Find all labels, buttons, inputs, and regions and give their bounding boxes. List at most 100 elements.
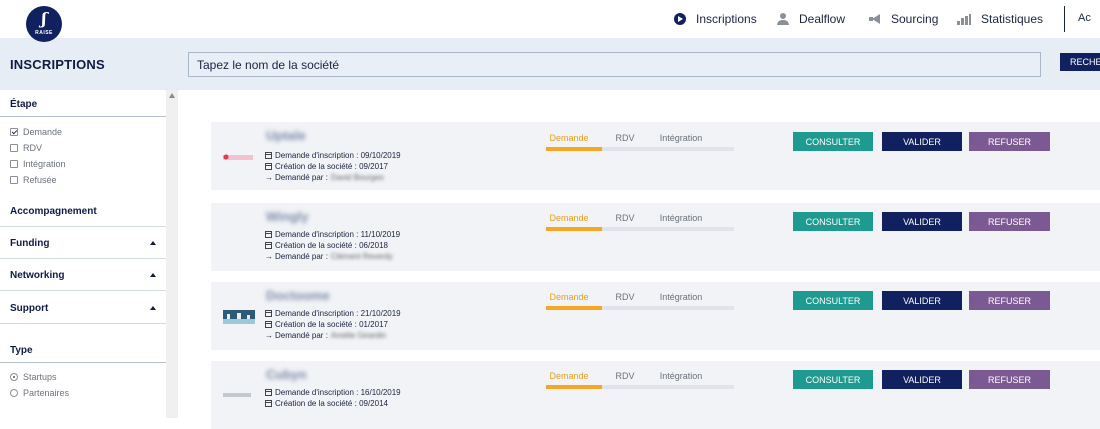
checkbox-checked[interactable] — [10, 128, 18, 136]
creation-date: Création de la société : 09/2014 — [265, 399, 388, 408]
company-name[interactable]: Uptale — [266, 128, 306, 143]
option-label: Partenaires — [23, 388, 70, 398]
checkbox[interactable] — [10, 160, 18, 168]
calendar-icon — [265, 152, 272, 159]
step-rdv: RDV — [615, 371, 635, 381]
logo-text: RAISE — [35, 30, 53, 36]
company-logo-thumbnail — [223, 393, 251, 397]
step-progress-bar — [658, 306, 734, 310]
divider — [0, 258, 166, 259]
radio[interactable] — [10, 389, 18, 397]
company-name[interactable]: Cubyn — [266, 367, 306, 382]
step-demande: Demande — [549, 292, 589, 302]
request-card: Cubyn Demande d'inscription : 16/10/2019… — [211, 361, 1100, 429]
megaphone-icon — [869, 14, 881, 24]
step-rdv: RDV — [615, 292, 635, 302]
company-name[interactable]: Wingly — [266, 209, 309, 224]
sidebar-scrollbar[interactable] — [166, 90, 178, 418]
validate-button[interactable]: VALIDER — [882, 370, 962, 389]
divider — [0, 116, 166, 117]
filter-etape-title: Étape — [10, 99, 38, 110]
option-label: Startups — [23, 372, 57, 382]
option-label: Demande — [23, 127, 63, 137]
filter-sidebar: Étape Demande RDV Intégration Refusée Ac… — [0, 90, 166, 418]
nav-label: Sourcing — [891, 12, 939, 26]
filter-etape-rdv[interactable]: RDV — [10, 143, 42, 153]
inscription-date: Demande d'inscription : 09/10/2019 — [265, 151, 401, 160]
refuse-button[interactable]: REFUSER — [969, 370, 1050, 389]
consult-button[interactable]: CONSULTER — [793, 212, 873, 231]
filter-support[interactable]: Support — [10, 303, 48, 314]
caret-up-icon[interactable] — [150, 273, 156, 277]
company-logo-thumbnail — [223, 310, 255, 324]
consult-button[interactable]: CONSULTER — [793, 132, 873, 151]
step-progress-bar — [658, 385, 734, 389]
step-rdv: RDV — [615, 133, 635, 143]
logo-mark: ʃ — [41, 9, 47, 28]
search-input[interactable] — [188, 52, 1041, 77]
step-progress-bar — [658, 227, 734, 231]
creation-date: Création de la société : 06/2018 — [265, 241, 388, 250]
company-logo-thumbnail — [223, 154, 253, 160]
creation-date: Création de la société : 09/2017 — [265, 162, 388, 171]
validate-button[interactable]: VALIDER — [882, 212, 962, 231]
filter-accompagnement[interactable]: Accompagnement — [10, 206, 97, 217]
refuse-button[interactable]: REFUSER — [969, 212, 1050, 231]
validate-button[interactable]: VALIDER — [882, 291, 962, 310]
filter-etape-refusee[interactable]: Refusée — [10, 175, 57, 185]
calendar-icon — [265, 310, 272, 317]
nav-item-dealflow[interactable]: Dealflow — [777, 0, 845, 38]
nav-item-sourcing[interactable]: Sourcing — [869, 0, 938, 38]
step-integration: Intégration — [659, 371, 703, 381]
creation-date: Création de la société : 01/2017 — [265, 320, 388, 329]
calendar-icon — [265, 321, 272, 328]
filter-networking[interactable]: Networking — [10, 270, 64, 281]
arrow-right-icon: → — [265, 251, 273, 261]
step-progress-bar — [658, 147, 734, 151]
inscription-date: Demande d'inscription : 21/10/2019 — [265, 309, 401, 318]
calendar-icon — [265, 389, 272, 396]
user-icon — [777, 13, 789, 25]
caret-up-icon[interactable] — [150, 306, 156, 310]
search-button[interactable]: RECHE — [1060, 53, 1100, 71]
requested-by: → Demandé par : Amélie Girardin — [265, 330, 387, 340]
refuse-button[interactable]: REFUSER — [969, 132, 1050, 151]
checkbox[interactable] — [10, 144, 18, 152]
arrow-circle-icon — [674, 13, 686, 25]
calendar-icon — [265, 242, 272, 249]
checkbox[interactable] — [10, 176, 18, 184]
nav-label: Statistiques — [981, 12, 1044, 26]
divider — [0, 362, 166, 363]
step-integration: Intégration — [659, 133, 703, 143]
calendar-icon — [265, 231, 272, 238]
raise-logo[interactable]: ʃ RAISE — [26, 6, 62, 42]
request-card: Doctoome Demande d'inscription : 21/10/2… — [211, 282, 1100, 350]
filter-etape-integration[interactable]: Intégration — [10, 159, 66, 169]
consult-button[interactable]: CONSULTER — [793, 291, 873, 310]
request-card: Wingly Demande d'inscription : 11/10/201… — [211, 203, 1100, 271]
arrow-right-icon: → — [265, 172, 273, 182]
radio-selected[interactable] — [10, 373, 18, 381]
caret-up-icon[interactable] — [150, 241, 156, 245]
validate-button[interactable]: VALIDER — [882, 132, 962, 151]
bar-chart-icon — [957, 13, 971, 25]
step-integration: Intégration — [659, 213, 703, 223]
account-menu[interactable]: Ac — [1078, 12, 1091, 24]
calendar-icon — [265, 163, 272, 170]
top-bar: ʃ RAISE Inscriptions Dealflow Sourcing S… — [0, 0, 1100, 42]
filter-etape-demande[interactable]: Demande — [10, 127, 62, 137]
nav-item-statistiques[interactable]: Statistiques — [957, 0, 1043, 38]
filter-funding[interactable]: Funding — [10, 238, 49, 249]
filter-type-partenaires[interactable]: Partenaires — [10, 388, 69, 398]
option-label: Intégration — [23, 159, 66, 169]
consult-button[interactable]: CONSULTER — [793, 370, 873, 389]
nav-item-inscriptions[interactable]: Inscriptions — [674, 0, 757, 38]
filter-type-startups[interactable]: Startups — [10, 372, 57, 382]
scroll-up-arrow-icon[interactable] — [169, 93, 175, 98]
refuse-button[interactable]: REFUSER — [969, 291, 1050, 310]
step-demande: Demande — [549, 133, 589, 143]
arrow-right-icon: → — [265, 330, 273, 340]
nav-divider — [1064, 6, 1065, 32]
step-integration: Intégration — [659, 292, 703, 302]
company-name[interactable]: Doctoome — [266, 288, 330, 303]
